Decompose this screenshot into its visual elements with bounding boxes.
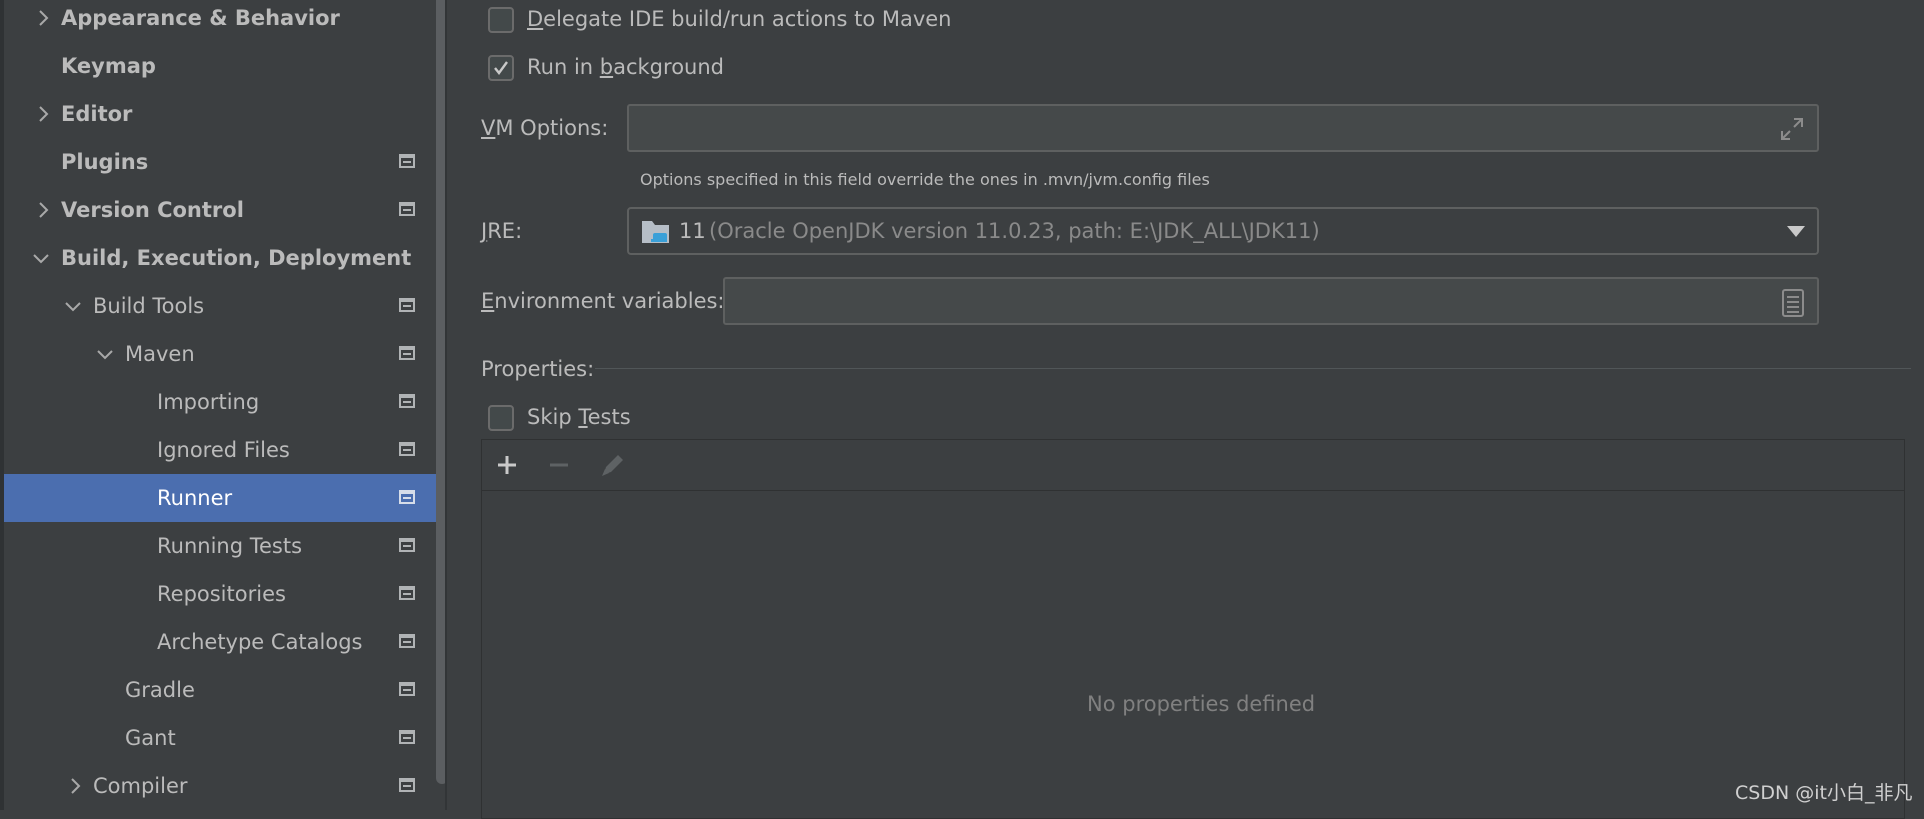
chevron-right-icon[interactable] <box>34 9 52 27</box>
run-in-background-checkbox[interactable] <box>488 55 514 81</box>
project-settings-icon <box>399 202 415 216</box>
checkmark-icon <box>494 61 508 75</box>
sidebar-item-label: Importing <box>157 390 260 414</box>
sidebar-item-running-tests[interactable]: Running Tests <box>4 522 449 570</box>
plus-icon[interactable] <box>496 454 518 476</box>
project-settings-icon <box>399 730 415 744</box>
environment-variables-label: Environment variables: <box>481 289 725 313</box>
list-icon[interactable] <box>1781 289 1805 317</box>
sidebar-item-label: Running Tests <box>157 534 303 558</box>
sidebar-item-version-control[interactable]: Version Control <box>4 186 449 234</box>
sidebar-item-build-tools[interactable]: Build Tools <box>4 282 449 330</box>
sidebar-item-editor[interactable]: Editor <box>4 90 449 138</box>
chevron-down-icon[interactable] <box>32 249 50 267</box>
jre-dropdown[interactable]: 11 (Oracle OpenJDK version 11.0.23, path… <box>627 207 1819 255</box>
sidebar-item-gradle[interactable]: Gradle <box>4 666 449 714</box>
vm-options-hint: Options specified in this field override… <box>640 170 1210 189</box>
pencil-icon[interactable] <box>598 450 628 480</box>
project-settings-icon <box>399 634 415 648</box>
properties-label: Properties: <box>481 357 595 381</box>
project-settings-icon <box>399 346 415 360</box>
properties-toolbar <box>482 440 1904 491</box>
chevron-down-icon[interactable] <box>64 297 82 315</box>
sidebar-item-appearance-behavior[interactable]: Appearance & Behavior <box>4 0 449 42</box>
sidebar-item-label: Compiler <box>93 774 188 798</box>
sidebar-item-label: Maven <box>125 342 195 366</box>
skip-tests-label[interactable]: Skip Tests <box>527 405 631 429</box>
sidebar-item-archetype-catalogs[interactable]: Archetype Catalogs <box>4 618 449 666</box>
project-settings-icon <box>399 298 415 312</box>
sidebar-item-maven[interactable]: Maven <box>4 330 449 378</box>
properties-separator <box>595 368 1911 369</box>
sidebar-item-label: Runner <box>157 486 233 510</box>
watermark: CSDN @it小白_非凡 <box>1735 782 1913 804</box>
sidebar-item-label: Repositories <box>157 582 286 606</box>
sidebar-item-label: Build Tools <box>93 294 205 318</box>
project-settings-icon <box>399 154 415 168</box>
sidebar-item-ignored-files[interactable]: Ignored Files <box>4 426 449 474</box>
minus-icon[interactable] <box>548 454 570 476</box>
jre-detail: (Oracle OpenJDK version 11.0.23, path: E… <box>709 219 1320 243</box>
properties-empty-text: No properties defined <box>1087 692 1316 716</box>
sidebar-item-label: Appearance & Behavior <box>61 6 340 30</box>
expand-icon[interactable] <box>1779 116 1805 142</box>
sidebar-item-label: Keymap <box>61 54 156 78</box>
sidebar-item-label: Build, Execution, Deployment <box>61 246 412 270</box>
run-in-background-label[interactable]: Run in background <box>527 55 724 79</box>
sidebar-item-label: Archetype Catalogs <box>157 630 363 654</box>
properties-table: No properties defined <box>481 439 1905 819</box>
sidebar-item-keymap[interactable]: Keymap <box>4 42 449 90</box>
delegate-build-checkbox[interactable] <box>488 7 514 33</box>
vm-options-field[interactable] <box>627 104 1819 152</box>
chevron-right-icon[interactable] <box>34 105 52 123</box>
jre-label: JRE: <box>481 219 523 243</box>
dropdown-arrow-icon[interactable] <box>1787 226 1805 238</box>
jre-version: 11 <box>679 219 706 243</box>
chevron-down-icon[interactable] <box>96 345 114 363</box>
project-settings-icon <box>399 490 415 504</box>
sidebar-item-label: Gradle <box>125 678 195 702</box>
project-settings-icon <box>399 538 415 552</box>
sidebar-item-label: Version Control <box>61 198 244 222</box>
project-settings-icon <box>399 442 415 456</box>
environment-variables-field[interactable] <box>723 277 1819 325</box>
sidebar-item-runner[interactable]: Runner <box>4 474 449 522</box>
sidebar-item-label: Plugins <box>61 150 149 174</box>
sidebar-item-label: Gant <box>125 726 176 750</box>
sidebar-item-build-execution-deployment[interactable]: Build, Execution, Deployment <box>4 234 449 282</box>
project-settings-icon <box>399 778 415 792</box>
project-settings-icon <box>399 682 415 696</box>
sidebar-item-label: Editor <box>61 102 133 126</box>
settings-sidebar: Appearance & Behavior Keymap Editor Plug… <box>0 0 449 810</box>
sidebar-item-repositories[interactable]: Repositories <box>4 570 449 618</box>
sidebar-item-label: Ignored Files <box>157 438 290 462</box>
delegate-build-label[interactable]: Delegate IDE build/run actions to Maven <box>527 7 951 31</box>
runner-settings-panel: Delegate IDE build/run actions to Maven … <box>447 0 1924 819</box>
sidebar-item-plugins[interactable]: Plugins <box>4 138 449 186</box>
chevron-right-icon[interactable] <box>66 777 84 795</box>
vm-options-label: VM Options: <box>481 116 609 140</box>
chevron-right-icon[interactable] <box>34 201 52 219</box>
skip-tests-checkbox[interactable] <box>488 405 514 431</box>
sidebar-item-importing[interactable]: Importing <box>4 378 449 426</box>
sidebar-item-compiler[interactable]: Compiler <box>4 762 449 810</box>
sidebar-item-gant[interactable]: Gant <box>4 714 449 762</box>
project-settings-icon <box>399 394 415 408</box>
folder-icon <box>642 221 669 243</box>
project-settings-icon <box>399 586 415 600</box>
